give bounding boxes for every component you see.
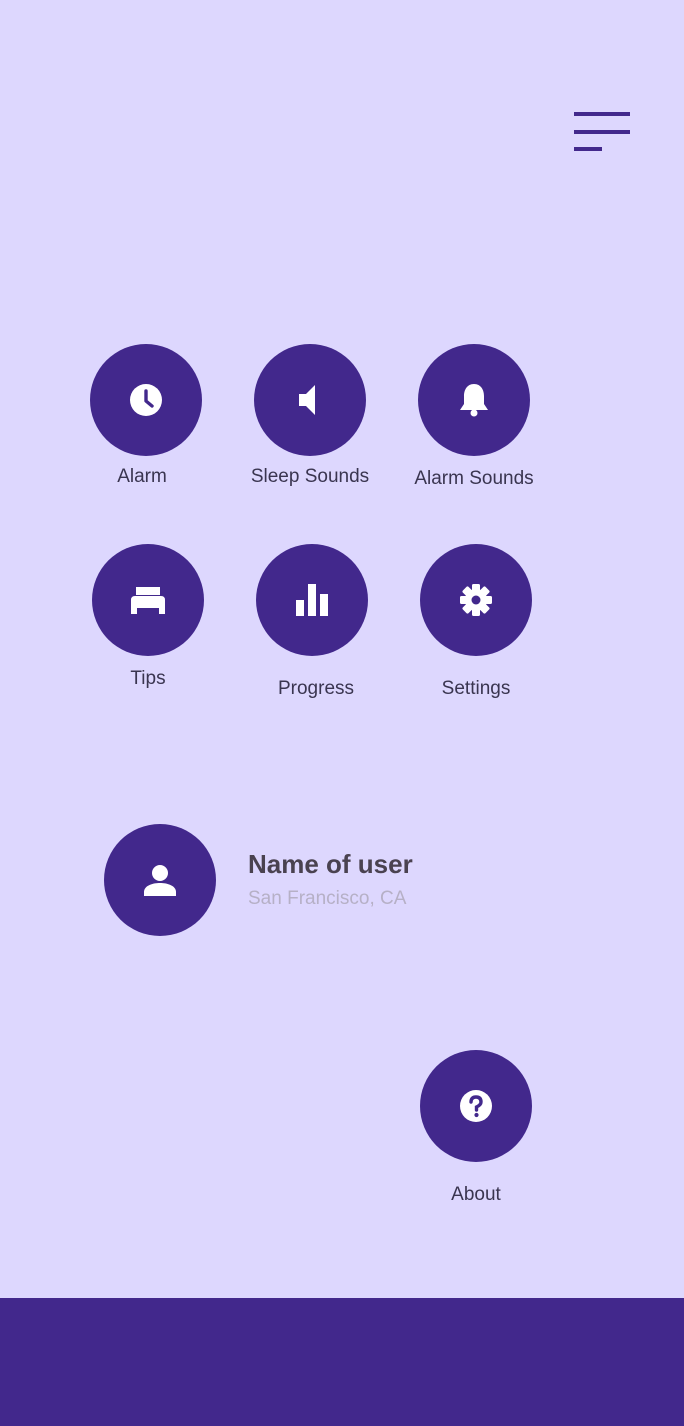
alarm-label: Alarm	[117, 466, 167, 487]
alarm-button[interactable]	[90, 344, 202, 456]
hamburger-menu-icon-line-3	[574, 147, 602, 151]
bed-icon	[131, 587, 165, 614]
question-icon	[460, 1090, 492, 1122]
about-button[interactable]	[420, 1050, 532, 1162]
tips-label: Tips	[130, 668, 166, 689]
hamburger-menu-icon-line-2	[574, 130, 630, 134]
settings-label: Settings	[441, 678, 511, 699]
user-name: Name of user	[248, 849, 413, 879]
alarm-sounds-button[interactable]	[418, 344, 530, 456]
bell-icon	[460, 384, 488, 417]
progress-label: Progress	[277, 678, 355, 699]
hamburger-menu-icon	[574, 112, 630, 116]
alarm-sounds-label: Alarm Sounds	[414, 468, 534, 489]
tips-button[interactable]	[92, 544, 204, 656]
user-avatar[interactable]	[104, 824, 216, 936]
hamburger-menu-button[interactable]	[572, 110, 632, 154]
about-label: About	[451, 1184, 501, 1205]
clock-icon	[130, 384, 162, 416]
gear-icon	[460, 584, 492, 616]
sleep-sounds-label: Sleep Sounds	[250, 466, 370, 487]
progress-button[interactable]	[256, 544, 368, 656]
bar-chart-icon	[296, 584, 328, 616]
bottom-bar	[0, 1298, 684, 1426]
sleep-sounds-button[interactable]	[254, 344, 366, 456]
speaker-icon	[299, 385, 315, 415]
settings-button[interactable]	[420, 544, 532, 656]
person-icon	[144, 865, 176, 896]
user-location: San Francisco, CA	[248, 888, 407, 909]
